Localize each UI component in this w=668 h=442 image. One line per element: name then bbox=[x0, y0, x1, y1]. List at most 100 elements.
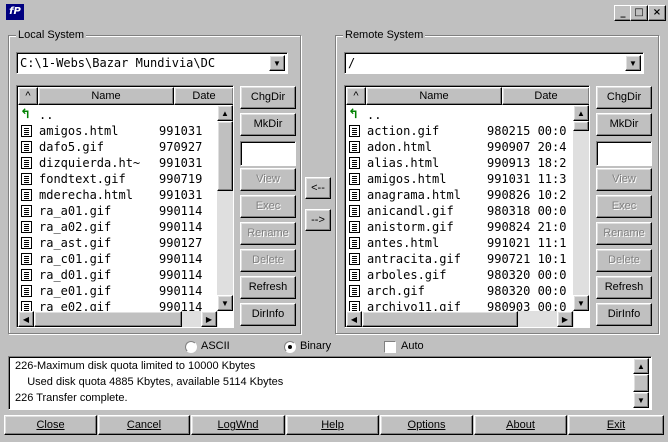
log-vscroll[interactable]: ▲ ▼ bbox=[633, 358, 649, 408]
download-button[interactable]: <-- bbox=[305, 177, 331, 199]
remote-date-header[interactable]: Date bbox=[502, 87, 589, 105]
remote-mkdir-button[interactable]: MkDir bbox=[596, 113, 652, 136]
file-date: 990114 bbox=[159, 268, 203, 282]
local-hscroll-thumb[interactable] bbox=[34, 311, 182, 327]
local-scroll-down-icon[interactable]: ▼ bbox=[217, 295, 233, 311]
local-view-button[interactable]: View bbox=[240, 168, 296, 191]
help-button[interactable]: Help bbox=[286, 415, 379, 435]
file-name: antes.html bbox=[367, 236, 440, 250]
local-name-header[interactable]: Name bbox=[38, 87, 174, 105]
exit-button[interactable]: Exit bbox=[568, 415, 664, 435]
close-window-button[interactable]: × bbox=[648, 5, 666, 21]
file-name: amigos.html bbox=[367, 172, 447, 186]
about-button[interactable]: About bbox=[474, 415, 567, 435]
file-icon bbox=[21, 173, 32, 185]
local-path-dropdown-icon[interactable]: ▼ bbox=[269, 55, 285, 71]
remote-view-button[interactable]: View bbox=[596, 168, 652, 191]
remote-sort-header[interactable]: ^ bbox=[346, 87, 366, 105]
file-name: amigos.html bbox=[39, 124, 119, 138]
file-name: ra_a02.gif bbox=[39, 220, 112, 234]
local-sort-header[interactable]: ^ bbox=[18, 87, 38, 105]
ascii-radio[interactable] bbox=[185, 341, 197, 353]
file-name: .. bbox=[39, 108, 54, 122]
maximize-button[interactable]: □ bbox=[630, 5, 648, 21]
file-date: 980215 00:0 bbox=[487, 124, 567, 138]
log-line: 226-Maximum disk quota limited to 10000 … bbox=[15, 360, 256, 372]
remote-mkdir-input[interactable] bbox=[596, 141, 652, 166]
remote-dirinfo-button[interactable]: DirInfo bbox=[596, 303, 652, 326]
auto-checkbox[interactable] bbox=[384, 341, 396, 353]
file-date: 990907 20:4 bbox=[487, 140, 567, 154]
local-rename-button[interactable]: Rename bbox=[240, 222, 296, 245]
remote-scroll-up-icon[interactable]: ▲ bbox=[573, 105, 589, 121]
remote-file-list[interactable]: ^ Name Date ↰.. action.gif 980215 00:0 adon… bbox=[344, 85, 590, 328]
file-date: 970927 bbox=[159, 140, 203, 154]
local-scroll-thumb[interactable] bbox=[217, 121, 233, 191]
local-mkdir-button[interactable]: MkDir bbox=[240, 113, 296, 136]
remote-name-header[interactable]: Name bbox=[366, 87, 502, 105]
remote-exec-button[interactable]: Exec bbox=[596, 195, 652, 218]
remote-delete-button[interactable]: Delete bbox=[596, 249, 652, 272]
remote-scroll-left-icon[interactable]: ◀ bbox=[346, 311, 362, 327]
ascii-label[interactable]: ASCII bbox=[201, 340, 230, 352]
remote-scroll-right-icon[interactable]: ▶ bbox=[557, 311, 573, 327]
remote-vscroll[interactable]: ▲ ▼ bbox=[573, 105, 589, 311]
upload-button[interactable]: --> bbox=[305, 209, 331, 231]
log-scroll-thumb[interactable] bbox=[633, 374, 649, 392]
local-exec-button[interactable]: Exec bbox=[240, 195, 296, 218]
file-date: 990114 bbox=[159, 220, 203, 234]
file-date: 991031 bbox=[159, 188, 203, 202]
remote-rename-button[interactable]: Rename bbox=[596, 222, 652, 245]
options-button[interactable]: Options bbox=[380, 415, 473, 435]
local-scroll-left-icon[interactable]: ◀ bbox=[18, 311, 34, 327]
file-date: 990721 10:1 bbox=[487, 252, 567, 266]
local-path-text: C:\1-Webs\Bazar Mundivia\DC bbox=[20, 56, 216, 70]
cancel-button[interactable]: Cancel bbox=[98, 415, 190, 435]
logwnd-button[interactable]: LogWnd bbox=[191, 415, 285, 435]
local-file-list[interactable]: ^ Name Date ↰.. amigos.html 991031 dafo5.gi… bbox=[16, 85, 234, 328]
local-mkdir-input[interactable] bbox=[240, 141, 296, 166]
local-date-header[interactable]: Date bbox=[174, 87, 233, 105]
file-name: ra_d01.gif bbox=[39, 268, 112, 282]
file-date: 990826 10:2 bbox=[487, 188, 567, 202]
remote-path-dropdown-icon[interactable]: ▼ bbox=[625, 55, 641, 71]
file-date: 991031 11:3 bbox=[487, 172, 567, 186]
local-path-combo[interactable]: C:\1-Webs\Bazar Mundivia\DC ▼ bbox=[16, 52, 288, 74]
app-icon[interactable]: fP bbox=[6, 4, 24, 20]
file-date: 990114 bbox=[159, 284, 203, 298]
remote-chgdir-button[interactable]: ChgDir bbox=[596, 86, 652, 109]
file-date: 991031 bbox=[159, 124, 203, 138]
file-icon bbox=[349, 221, 360, 233]
local-refresh-button[interactable]: Refresh bbox=[240, 276, 296, 299]
file-icon bbox=[21, 125, 32, 137]
remote-scroll-thumb[interactable] bbox=[573, 121, 589, 131]
file-date: 990127 bbox=[159, 236, 203, 250]
remote-hscroll-thumb[interactable] bbox=[362, 311, 518, 327]
local-delete-button[interactable]: Delete bbox=[240, 249, 296, 272]
auto-label[interactable]: Auto bbox=[401, 340, 424, 352]
log-scroll-up-icon[interactable]: ▲ bbox=[633, 358, 649, 374]
local-vscroll[interactable]: ▲ ▼ bbox=[217, 105, 233, 311]
local-scroll-right-icon[interactable]: ▶ bbox=[201, 311, 217, 327]
file-name: mderecha.html bbox=[39, 188, 133, 202]
file-date: 980320 00:0 bbox=[487, 268, 567, 282]
remote-refresh-button[interactable]: Refresh bbox=[596, 276, 652, 299]
file-date: 990114 bbox=[159, 252, 203, 266]
local-chgdir-button[interactable]: ChgDir bbox=[240, 86, 296, 109]
binary-radio[interactable] bbox=[284, 341, 296, 353]
log-panel[interactable]: 226-Maximum disk quota limited to 10000 … bbox=[8, 356, 652, 410]
file-date: 990824 21:0 bbox=[487, 220, 567, 234]
local-dirinfo-button[interactable]: DirInfo bbox=[240, 303, 296, 326]
close-button[interactable]: Close bbox=[4, 415, 97, 435]
log-scroll-down-icon[interactable]: ▼ bbox=[633, 392, 649, 408]
file-icon bbox=[349, 125, 360, 137]
ftp-window: fP _ □ × Local System C:\1-Webs\Bazar Mu… bbox=[0, 0, 668, 442]
remote-path-combo[interactable]: / ▼ bbox=[344, 52, 644, 74]
binary-label[interactable]: Binary bbox=[300, 340, 331, 352]
file-icon bbox=[21, 237, 32, 249]
local-hscroll[interactable]: ◀ ▶ bbox=[18, 311, 218, 327]
remote-scroll-down-icon[interactable]: ▼ bbox=[573, 295, 589, 311]
remote-hscroll[interactable]: ◀ ▶ bbox=[346, 311, 574, 327]
local-scroll-up-icon[interactable]: ▲ bbox=[217, 105, 233, 121]
log-line: Used disk quota 4885 Kbytes, available 5… bbox=[15, 376, 284, 388]
